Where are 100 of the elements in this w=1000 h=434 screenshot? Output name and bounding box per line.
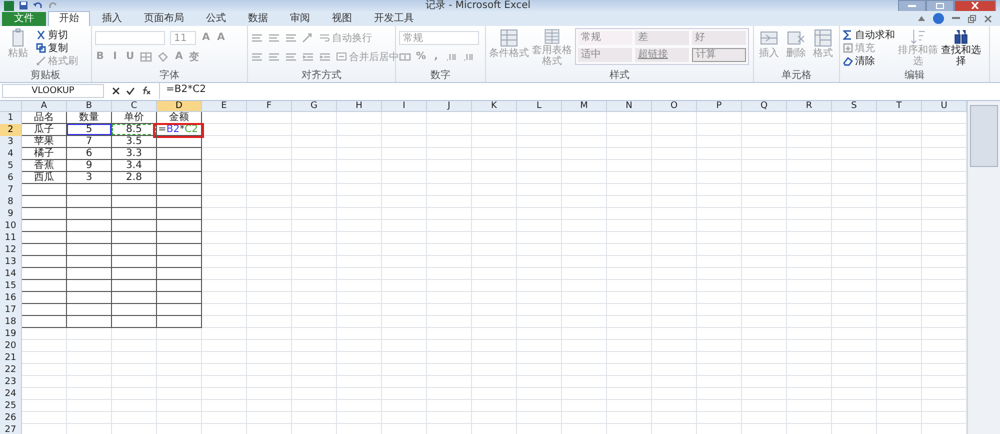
column-header[interactable]: S <box>832 101 877 112</box>
caret-icon[interactable] <box>918 16 925 21</box>
formula-field[interactable]: =B2*C2 <box>159 83 1000 99</box>
save-icon[interactable] <box>19 1 28 10</box>
column-header[interactable]: P <box>697 101 742 112</box>
table-cell-text: 品名 <box>33 112 55 123</box>
select-all-button[interactable] <box>0 101 22 112</box>
restore-icon[interactable] <box>968 14 976 22</box>
close-icon <box>971 2 979 9</box>
row-header[interactable]: 12 <box>0 244 22 256</box>
table-cell-text: 单价 <box>123 112 145 123</box>
table-cell-text: 金额 <box>168 112 190 123</box>
row-header[interactable]: 6 <box>0 172 22 184</box>
column-header[interactable]: M <box>562 101 607 112</box>
column-header[interactable]: D <box>157 101 202 112</box>
column-header[interactable]: F <box>247 101 292 112</box>
row-header[interactable]: 11 <box>0 232 22 244</box>
column-header[interactable]: K <box>472 101 517 112</box>
ribbon-button[interactable]: 自动求和 <box>843 28 895 41</box>
row-header[interactable]: 15 <box>0 280 22 292</box>
column-header[interactable]: N <box>607 101 652 112</box>
column-header[interactable]: G <box>292 101 337 112</box>
ribbon-tab[interactable]: 审阅 <box>280 12 320 26</box>
row-header[interactable]: 21 <box>0 352 22 364</box>
column-header[interactable]: J <box>427 101 472 112</box>
ribbon-tab[interactable]: 插入 <box>92 12 132 26</box>
column-header[interactable]: H <box>337 101 382 112</box>
ribbon-tab[interactable]: 公式 <box>196 12 236 26</box>
column-header[interactable]: C <box>112 101 157 112</box>
row-header[interactable]: 17 <box>0 304 22 316</box>
column-header[interactable]: A <box>22 101 67 112</box>
table-cell-text: 3.5 <box>125 136 143 147</box>
row-header[interactable]: 5 <box>0 160 22 172</box>
group-label: 剪贴板 <box>30 70 62 82</box>
close-icon[interactable] <box>984 14 992 22</box>
column-header[interactable]: I <box>382 101 427 112</box>
row-header[interactable]: 4 <box>0 148 22 160</box>
column-header[interactable]: L <box>517 101 562 112</box>
merge-icon <box>336 52 347 62</box>
table-cell-text: 2.8 <box>125 172 143 183</box>
maximize-button[interactable] <box>926 0 954 12</box>
redo-icon[interactable] <box>48 1 58 10</box>
copy-icon <box>36 42 46 52</box>
help-icon[interactable] <box>933 13 944 24</box>
ribbon-tab[interactable]: 开发工具 <box>364 12 424 26</box>
column-header[interactable]: U <box>922 101 967 112</box>
ribbon-button[interactable]: 查找和选择 <box>941 28 981 67</box>
row-header[interactable]: 26 <box>0 412 22 424</box>
row-header[interactable]: 22 <box>0 364 22 376</box>
ribbon-button[interactable]: 复制 <box>36 41 78 54</box>
row-header[interactable]: 20 <box>0 340 22 352</box>
group-label: 样式 <box>608 70 630 82</box>
ribbon-tab[interactable]: 页面布局 <box>134 12 194 26</box>
row-header[interactable]: 13 <box>0 256 22 268</box>
wrap-text-icon <box>319 32 330 42</box>
row-header[interactable]: 23 <box>0 376 22 388</box>
undo-icon[interactable] <box>33 1 43 10</box>
row-header[interactable]: 18 <box>0 316 22 328</box>
name-box[interactable]: VLOOKUP <box>2 84 104 98</box>
function-icon[interactable] <box>141 86 151 95</box>
row-header[interactable]: 8 <box>0 196 22 208</box>
column-header[interactable]: R <box>787 101 832 112</box>
row-header[interactable]: 27 <box>0 424 22 434</box>
ribbon-tab[interactable]: 数据 <box>238 12 278 26</box>
column-header[interactable]: T <box>877 101 922 112</box>
ribbon-button[interactable]: 清除 <box>843 54 895 67</box>
ribbon-tab[interactable]: 开始 <box>48 11 90 26</box>
row-header[interactable]: 7 <box>0 184 22 196</box>
table-cell-text: 瓜子 <box>33 124 55 135</box>
table-cell-text: 橘子 <box>33 148 55 159</box>
ribbon-button[interactable]: 剪切 <box>36 28 78 41</box>
grid-icon <box>499 28 519 48</box>
row-header[interactable]: 14 <box>0 268 22 280</box>
row-header[interactable]: 19 <box>0 328 22 340</box>
minimize-icon[interactable] <box>952 17 960 20</box>
table-cell-text: 苹果 <box>33 136 55 147</box>
window-title: 记录 - Microsoft Excel <box>424 0 532 11</box>
cancel-icon[interactable] <box>112 86 120 94</box>
row-header[interactable]: 25 <box>0 400 22 412</box>
scroll-thumb[interactable] <box>970 105 998 167</box>
row-header[interactable]: 24 <box>0 388 22 400</box>
column-header[interactable]: O <box>652 101 697 112</box>
column-header[interactable]: Q <box>742 101 787 112</box>
column-header[interactable]: B <box>67 101 112 112</box>
row-header[interactable]: 2 <box>0 124 22 136</box>
table-cell: 8.5 <box>112 124 156 135</box>
table-cell: 5 <box>67 124 111 135</box>
close-button[interactable] <box>954 0 996 12</box>
file-tab[interactable]: 文件 <box>2 12 46 26</box>
column-header[interactable]: E <box>202 101 247 112</box>
row-header[interactable]: 9 <box>0 208 22 220</box>
row-header[interactable]: 16 <box>0 292 22 304</box>
vertical-scrollbar[interactable] <box>967 101 1000 434</box>
check-icon[interactable] <box>126 86 135 94</box>
row-header[interactable]: 1 <box>0 112 22 124</box>
table-cell-text: 3.3 <box>125 148 143 159</box>
ribbon-tab[interactable]: 视图 <box>322 12 362 26</box>
row-header[interactable]: 3 <box>0 136 22 148</box>
minimize-button[interactable] <box>898 0 926 12</box>
row-header[interactable]: 10 <box>0 220 22 232</box>
